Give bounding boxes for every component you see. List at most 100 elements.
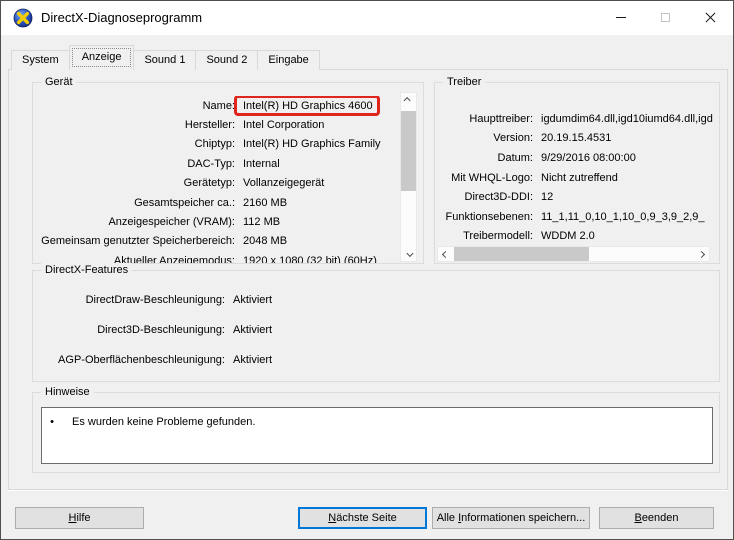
info-row: Funktionsebenen: 11_1,11_0,10_1,10_0,9_3,…: [437, 207, 717, 227]
chevron-left-icon: [441, 250, 450, 259]
info-row: Aktueller Anzeigemodus: 1920 x 1080 (32 b…: [35, 251, 397, 263]
row-value: Nicht zutreffend: [541, 171, 618, 184]
row-label: Name:: [202, 99, 235, 112]
info-row: Name: Intel(R) HD Graphics 4600: [35, 96, 397, 116]
help-button[interactable]: Hilfe: [15, 507, 144, 529]
driver-group-title: Treiber: [443, 75, 486, 89]
info-row: Direct3D-Beschleunigung: Aktiviert: [35, 315, 715, 345]
directx-features-group: DirectX-Features DirectDraw-Beschleunigu…: [32, 263, 720, 382]
minimize-button[interactable]: [598, 1, 643, 34]
row-label: Gesamtspeicher ca.:: [134, 196, 235, 209]
scroll-left-button[interactable]: [438, 247, 453, 262]
scroll-up-button[interactable]: [401, 93, 416, 108]
info-row: Treibermodell: WDDM 2.0: [437, 227, 717, 247]
device-group: Gerät Name: Intel(R) HD Graphics 4600 Hers…: [32, 75, 424, 264]
dxdiag-app-icon: [13, 8, 33, 28]
tab-sound-2[interactable]: Sound 2: [195, 50, 259, 70]
row-label: Aktueller Anzeigemodus:: [113, 254, 235, 263]
info-row: Version: 20.19.15.4531: [437, 129, 717, 149]
scroll-right-button[interactable]: [694, 247, 709, 262]
note-item: • Es wurden keine Probleme gefunden.: [42, 408, 712, 428]
info-row: Gesamtspeicher ca.: 2160 MB: [35, 193, 397, 212]
notes-group-title: Hinweise: [41, 385, 94, 399]
notes-textbox[interactable]: • Es wurden keine Probleme gefunden.: [41, 407, 713, 464]
device-group-title: Gerät: [41, 75, 77, 89]
chevron-up-icon: [403, 96, 411, 105]
scrollbar-thumb[interactable]: [401, 111, 416, 191]
info-row: Mit WHQL-Logo: Nicht zutreffend: [437, 168, 717, 188]
button-bar: Hilfe Nächste Seite Alle Informationen s…: [1, 490, 733, 539]
row-label: Direct3D-DDI:: [464, 191, 533, 204]
row-value: Vollanzeigegerät: [243, 177, 325, 190]
row-value: 2048 MB: [243, 235, 288, 248]
info-row: AGP-Oberflächenbeschleunigung: Aktiviert: [35, 345, 715, 375]
row-value: 1920 x 1080 (32 bit) (60Hz): [243, 254, 377, 263]
driver-rows: Haupttreiber: igdumdim64.dll,igd10iumd64.…: [437, 109, 717, 247]
close-icon: [704, 11, 717, 24]
save-all-information-button[interactable]: Alle Informationen speichern...: [432, 507, 590, 529]
info-row: Haupttreiber: igdumdim64.dll,igd10iumd64.…: [437, 109, 717, 129]
device-vertical-scrollbar[interactable]: [400, 92, 417, 262]
close-button[interactable]: [688, 1, 733, 34]
tab-eingabe[interactable]: Eingabe: [257, 50, 320, 70]
row-label: Treibermodell:: [463, 230, 533, 243]
minimize-icon: [615, 17, 626, 18]
info-row: DirectDraw-Beschleunigung: Aktiviert: [35, 285, 715, 315]
maximize-button: [643, 1, 688, 34]
tab-page-anzeige: Gerät Name: Intel(R) HD Graphics 4600 Hers…: [8, 69, 728, 490]
row-value: WDDM 2.0: [541, 230, 595, 243]
window-controls: [598, 1, 733, 34]
row-label: DirectDraw-Beschleunigung:: [85, 294, 225, 306]
row-label: Mit WHQL-Logo:: [451, 171, 533, 184]
tab-sound-1[interactable]: Sound 1: [133, 50, 197, 70]
tab-anzeige[interactable]: Anzeige: [68, 45, 135, 70]
notes-group: Hinweise • Es wurden keine Probleme gefun…: [32, 385, 720, 473]
row-label: Version:: [493, 132, 533, 145]
driver-horizontal-scrollbar[interactable]: [437, 246, 710, 262]
row-value: 20.19.15.4531: [541, 132, 612, 145]
window-title: DirectX-Diagnoseprogramm: [41, 10, 203, 25]
highlight-annotation: [234, 96, 380, 116]
info-row: Gemeinsam genutzter Speicherbereich: 2048…: [35, 232, 397, 251]
row-label: Gerätetyp:: [183, 177, 235, 190]
tab-system[interactable]: System: [11, 50, 70, 70]
driver-group: Treiber Haupttreiber: igdumdim64.dll,igd1…: [434, 75, 720, 264]
row-label: Anzeigespeicher (VRAM):: [108, 216, 235, 229]
row-value: 2160 MB: [243, 196, 288, 209]
row-value: Aktiviert: [233, 294, 273, 306]
info-row: Datum: 9/29/2016 08:00:00: [437, 148, 717, 168]
info-row: Gerätetyp: Vollanzeigegerät: [35, 174, 397, 193]
scrollbar-thumb[interactable]: [454, 247, 589, 261]
row-value: 9/29/2016 08:00:00: [541, 151, 636, 164]
features-rows: DirectDraw-Beschleunigung: Aktiviert Direc…: [35, 285, 715, 381]
exit-button[interactable]: Beenden: [599, 507, 714, 529]
chevron-down-icon: [406, 249, 414, 258]
row-value: Internal: [243, 157, 280, 170]
chevron-right-icon: [697, 250, 706, 259]
info-row: DAC-Typ: Internal: [35, 154, 397, 173]
features-group-title: DirectX-Features: [41, 263, 133, 277]
bullet-icon: •: [50, 416, 54, 428]
scroll-down-button[interactable]: [401, 246, 416, 261]
maximize-icon: [661, 13, 670, 22]
note-text: Es wurden keine Probleme gefunden.: [72, 416, 256, 428]
row-value: Aktiviert: [233, 324, 273, 336]
row-value: 12: [541, 191, 554, 204]
info-row: Anzeigespeicher (VRAM): 112 MB: [35, 212, 397, 231]
row-label: Hersteller:: [184, 119, 235, 132]
titlebar: DirectX-Diagnoseprogramm: [1, 1, 733, 35]
row-value: igdumdim64.dll,igd10iumd64.dll,igd: [541, 112, 713, 125]
row-label: Datum:: [497, 151, 533, 164]
tab-bar: System Anzeige Sound 1 Sound 2 Eingabe: [11, 45, 320, 70]
row-value: Intel Corporation: [243, 119, 325, 132]
row-value: 11_1,11_0,10_1,10_0,9_3,9_2,9_: [541, 210, 705, 223]
row-label: Direct3D-Beschleunigung:: [97, 324, 225, 336]
row-value: Intel(R) HD Graphics Family: [243, 138, 381, 151]
row-label: Haupttreiber:: [469, 112, 533, 125]
row-label: Gemeinsam genutzter Speicherbereich:: [41, 235, 235, 248]
row-label: Chiptyp:: [194, 138, 235, 151]
row-value: Intel(R) HD Graphics 4600: [234, 96, 380, 116]
row-label: Funktionsebenen:: [445, 210, 533, 223]
info-row: Hersteller: Intel Corporation: [35, 115, 397, 134]
next-page-button[interactable]: Nächste Seite: [298, 507, 427, 529]
